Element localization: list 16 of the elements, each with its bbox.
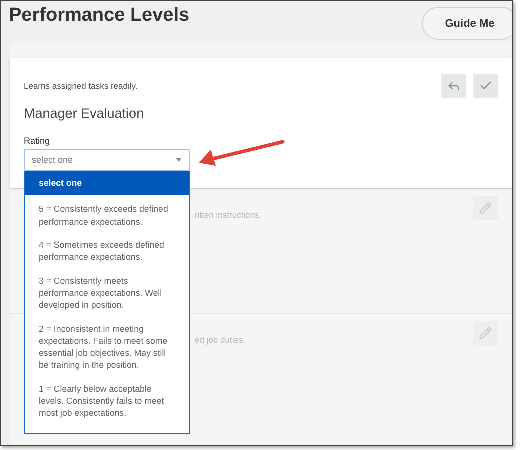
competency-text: ritten instructions. (195, 210, 262, 220)
edit-button[interactable] (473, 321, 498, 345)
field-label: Rating (24, 136, 52, 146)
page-title: Performance Levels (9, 5, 190, 27)
caret-icon (176, 158, 182, 162)
undo-button[interactable] (441, 74, 466, 98)
pencil-icon (479, 326, 492, 340)
competency-text: ed job duties. (195, 335, 246, 345)
pencil-icon (479, 202, 492, 214)
section-heading: Manager Evaluation (24, 106, 146, 121)
competency-text: Learns assigned tasks readily. (24, 81, 138, 91)
dropdown-option[interactable]: select one (25, 171, 189, 196)
guide-me-button[interactable]: Guide Me (422, 7, 512, 40)
rating-dropdown[interactable]: select one (24, 149, 190, 171)
edit-button[interactable] (473, 196, 498, 220)
check-button[interactable] (473, 74, 498, 98)
